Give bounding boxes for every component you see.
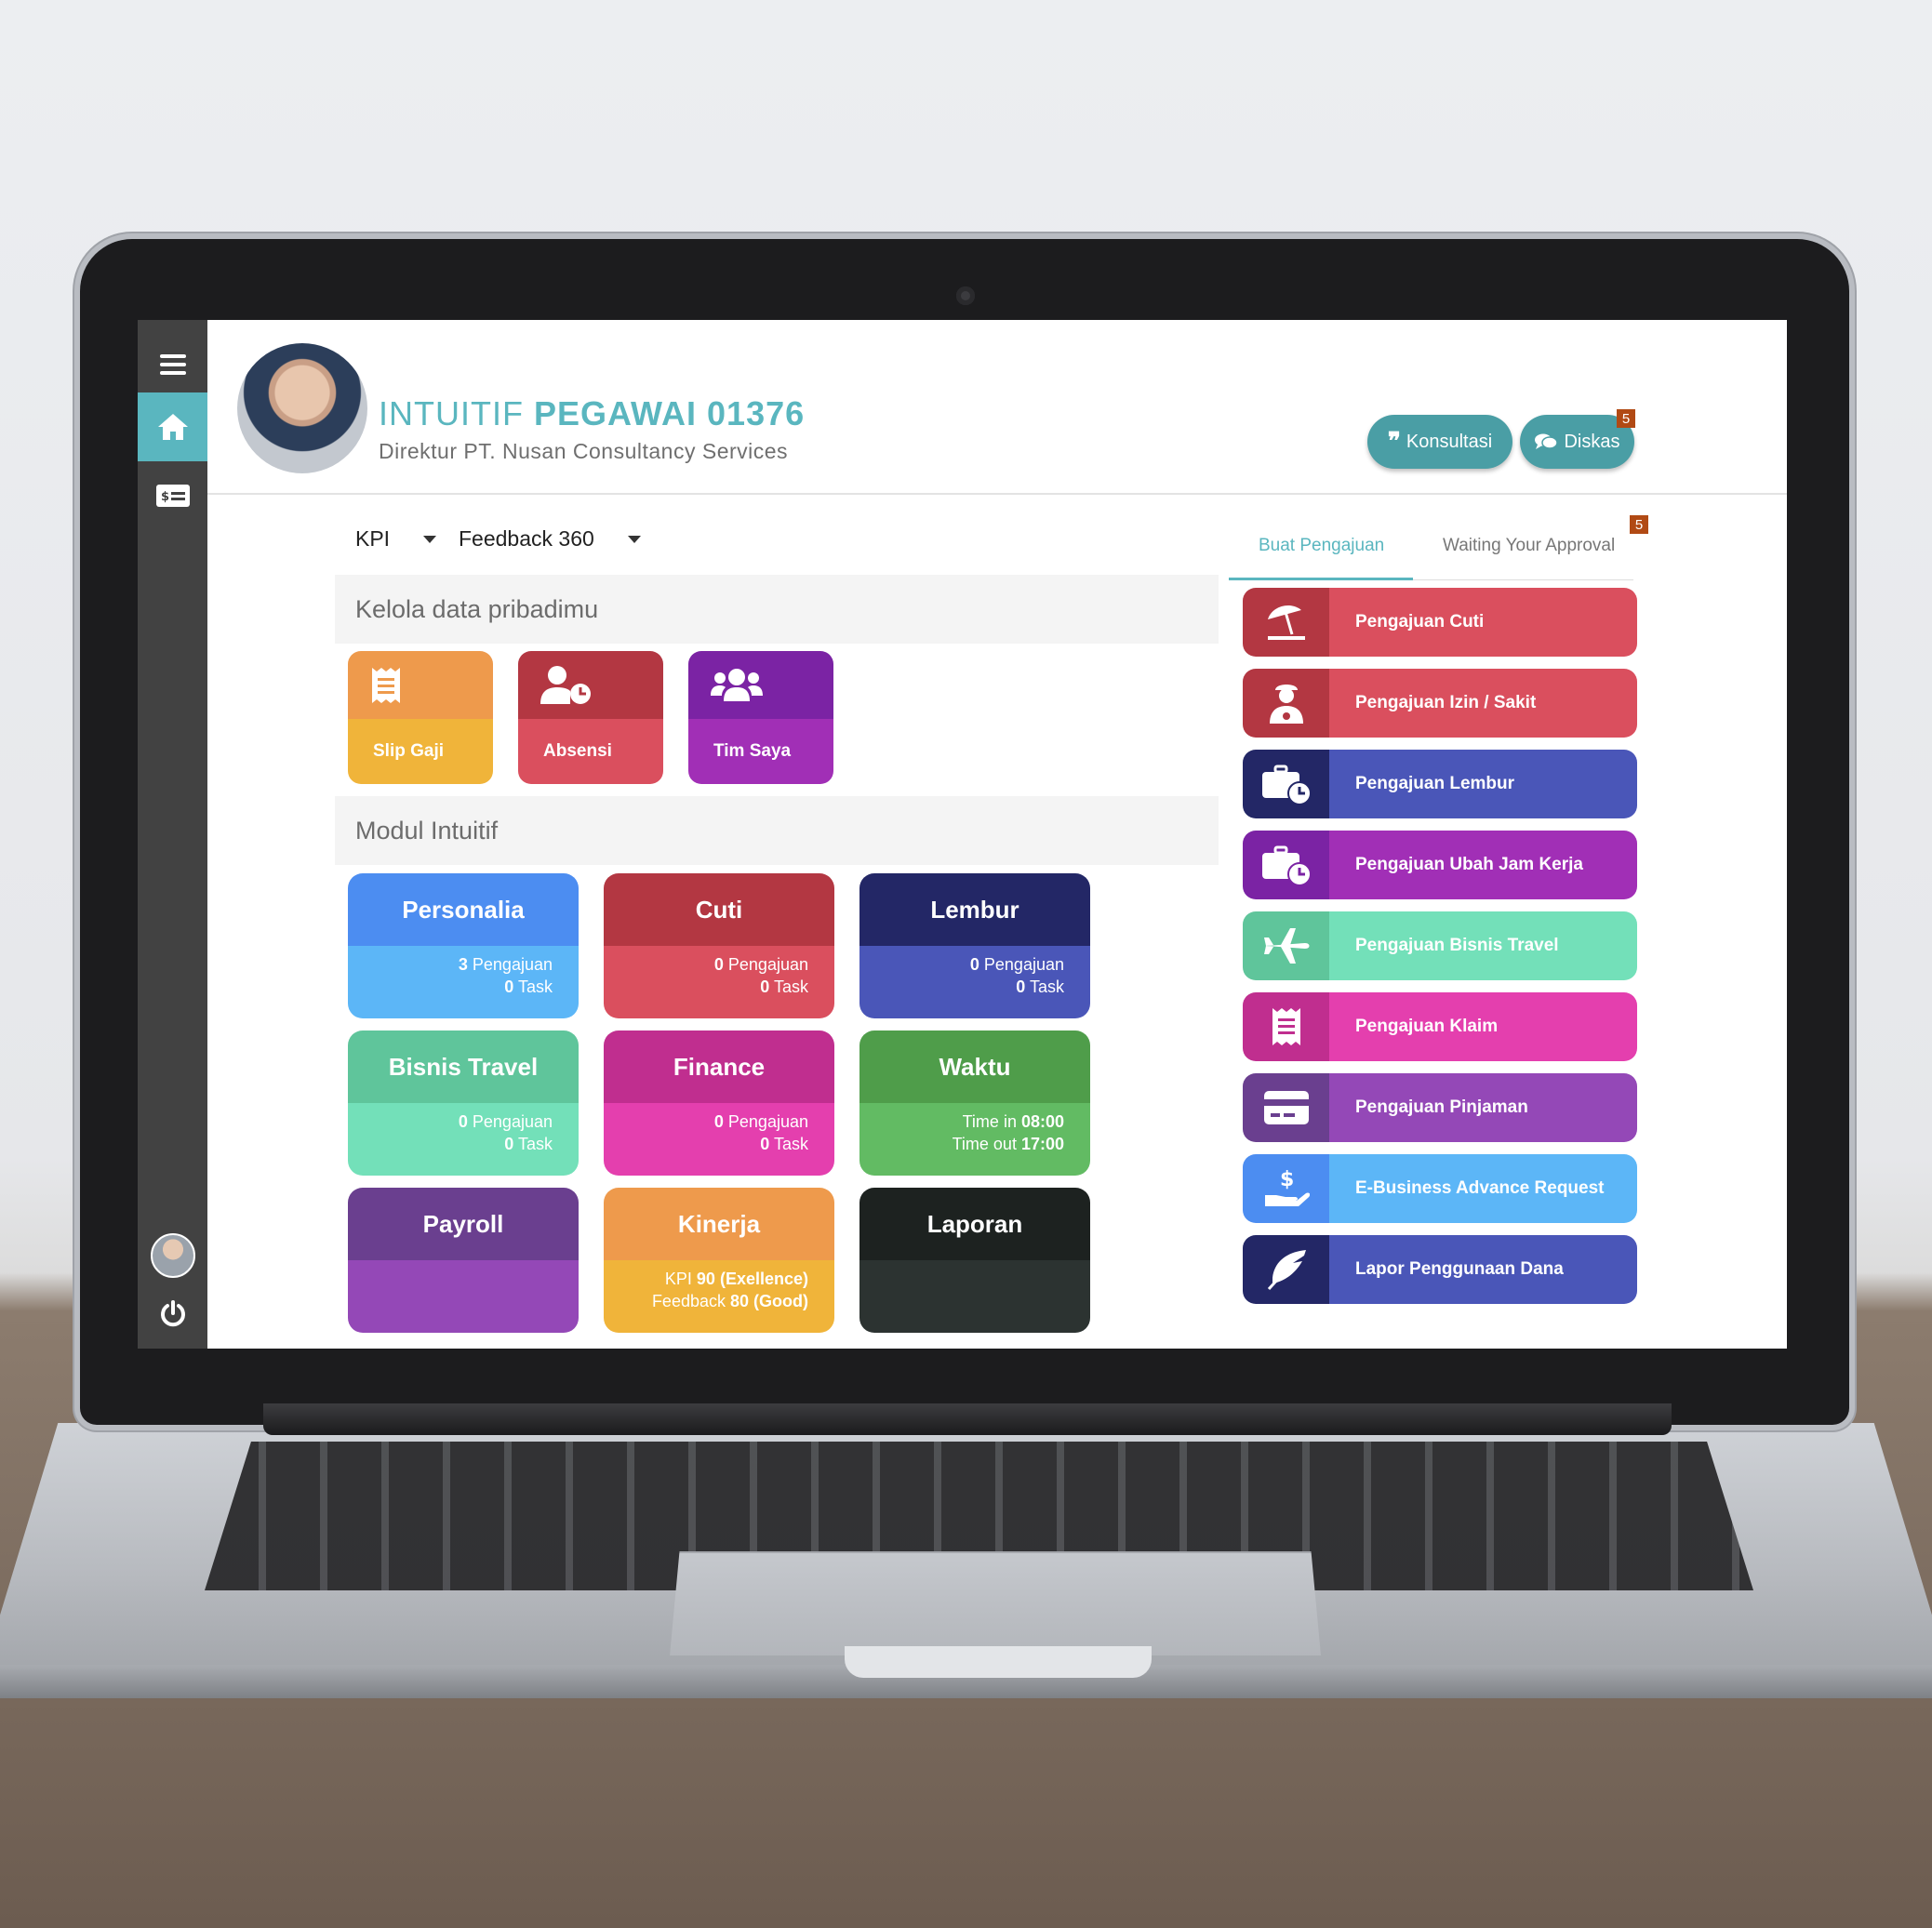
tile-label: Slip Gaji xyxy=(348,719,493,784)
power-icon[interactable] xyxy=(138,1287,207,1341)
employee-name: INTUITIF PEGAWAI 01376 xyxy=(379,394,806,432)
request-ubah-jam-kerja-button[interactable]: Pengajuan Ubah Jam Kerja xyxy=(1243,831,1637,899)
request-izin-sakit-button[interactable]: Pengajuan Izin / Sakit xyxy=(1243,669,1637,738)
briefcase-clock-icon xyxy=(1243,750,1329,818)
module-stats: Time in 08:00 Time out 17:00 xyxy=(859,1103,1090,1176)
credit-card-icon xyxy=(1243,1073,1329,1142)
tile-label: Absensi xyxy=(518,719,663,784)
request-label: Pengajuan Cuti xyxy=(1329,588,1637,657)
svg-text:$: $ xyxy=(161,490,169,504)
request-label: Pengajuan Klaim xyxy=(1329,992,1637,1061)
section-kelola-data: Kelola data pribadimu xyxy=(335,575,1219,644)
module-stats: KPI 90 (Exellence) Feedback 80 (Good) xyxy=(604,1260,834,1333)
feedback-label: Feedback 360 xyxy=(459,526,594,551)
users-icon xyxy=(688,651,833,719)
module-laporan[interactable]: Laporan xyxy=(859,1188,1090,1333)
comments-icon xyxy=(1534,432,1559,451)
beach-umbrella-icon xyxy=(1243,588,1329,657)
module-personalia[interactable]: Personalia 3 Pengajuan 0 Task xyxy=(348,873,579,1018)
app-screen: $ INTUITIF PEGAWAI 01376 Direktur PT. Nu… xyxy=(138,320,1787,1349)
hand-dollar-icon: $ xyxy=(1243,1154,1329,1223)
menu-icon[interactable] xyxy=(138,337,207,392)
diskas-badge: 5 xyxy=(1617,409,1635,428)
active-tab-indicator xyxy=(1229,578,1413,580)
module-title: Kinerja xyxy=(604,1188,834,1260)
request-label: Pengajuan Ubah Jam Kerja xyxy=(1329,831,1637,899)
laptop-trackpad xyxy=(670,1551,1321,1655)
request-label: Pengajuan Pinjaman xyxy=(1329,1073,1637,1142)
request-pinjaman-button[interactable]: Pengajuan Pinjaman xyxy=(1243,1073,1637,1142)
module-cuti[interactable]: Cuti 0 Pengajuan 0 Task xyxy=(604,873,834,1018)
request-lapor-dana-button[interactable]: Lapor Penggunaan Dana xyxy=(1243,1235,1637,1304)
receipt-icon xyxy=(1243,992,1329,1061)
request-klaim-button[interactable]: Pengajuan Klaim xyxy=(1243,992,1637,1061)
tile-label: Tim Saya xyxy=(688,719,833,784)
tile-absensi[interactable]: Absensi xyxy=(518,651,663,784)
konsultasi-button[interactable]: ❞ Konsultasi xyxy=(1367,415,1512,469)
request-label: Pengajuan Lembur xyxy=(1329,750,1637,818)
chevron-down-icon xyxy=(627,535,641,543)
request-label: Pengajuan Bisnis Travel xyxy=(1329,911,1637,980)
module-title: Lembur xyxy=(859,873,1090,946)
module-title: Finance xyxy=(604,1030,834,1103)
module-stats: 3 Pengajuan 0 Task xyxy=(348,946,579,1018)
payslip-icon[interactable]: $ xyxy=(138,473,207,518)
tile-tim-saya[interactable]: Tim Saya xyxy=(688,651,833,784)
module-stats xyxy=(859,1260,1090,1333)
module-payroll[interactable]: Payroll xyxy=(348,1188,579,1333)
section-modul-intuitif: Modul Intuitif xyxy=(335,796,1219,865)
konsultasi-label: Konsultasi xyxy=(1406,431,1493,452)
module-title: Personalia xyxy=(348,873,579,946)
receipt-icon xyxy=(348,651,493,719)
module-title: Payroll xyxy=(348,1188,579,1260)
module-stats xyxy=(348,1260,579,1333)
user-avatar-small[interactable] xyxy=(138,1228,207,1283)
briefcase-clock-icon xyxy=(1243,831,1329,899)
request-lembur-button[interactable]: Pengajuan Lembur xyxy=(1243,750,1637,818)
home-icon[interactable] xyxy=(138,392,207,461)
request-business-advance-button[interactable]: $ E-Business Advance Request xyxy=(1243,1154,1637,1223)
module-stats: 0 Pengajuan 0 Task xyxy=(348,1103,579,1176)
profile-avatar xyxy=(237,343,367,473)
module-stats: 0 Pengajuan 0 Task xyxy=(604,1103,834,1176)
module-lembur[interactable]: Lembur 0 Pengajuan 0 Task xyxy=(859,873,1090,1018)
request-cuti-button[interactable]: Pengajuan Cuti xyxy=(1243,588,1637,657)
module-bisnis-travel[interactable]: Bisnis Travel 0 Pengajuan 0 Task xyxy=(348,1030,579,1176)
module-kinerja[interactable]: Kinerja KPI 90 (Exellence) Feedback 80 (G… xyxy=(604,1188,834,1333)
module-stats: 0 Pengajuan 0 Task xyxy=(604,946,834,1018)
request-label: E-Business Advance Request xyxy=(1329,1154,1637,1223)
employee-position: Direktur PT. Nusan Consultancy Services xyxy=(379,439,789,463)
module-title: Laporan xyxy=(859,1188,1090,1260)
request-label: Pengajuan Izin / Sakit xyxy=(1329,669,1637,738)
webcam xyxy=(956,286,975,305)
airplane-icon xyxy=(1243,911,1329,980)
kpi-dropdown[interactable]: KPI xyxy=(355,526,437,552)
module-finance[interactable]: Finance 0 Pengajuan 0 Task xyxy=(604,1030,834,1176)
kpi-label: KPI xyxy=(355,526,391,551)
tile-slip-gaji[interactable]: Slip Gaji xyxy=(348,651,493,784)
module-title: Cuti xyxy=(604,873,834,946)
waiting-badge: 5 xyxy=(1630,515,1648,534)
module-waktu[interactable]: Waktu Time in 08:00 Time out 17:00 xyxy=(859,1030,1090,1176)
module-title: Bisnis Travel xyxy=(348,1030,579,1103)
request-bisnis-travel-button[interactable]: Pengajuan Bisnis Travel xyxy=(1243,911,1637,980)
feather-icon xyxy=(1243,1235,1329,1304)
profile-header: INTUITIF PEGAWAI 01376 Direktur PT. Nusa… xyxy=(207,320,1787,495)
sidebar: $ xyxy=(138,320,207,1349)
laptop-hinge xyxy=(263,1403,1672,1435)
sick-person-icon xyxy=(1243,669,1329,738)
svg-text:$: $ xyxy=(1280,1168,1294,1191)
request-label: Lapor Penggunaan Dana xyxy=(1329,1235,1637,1304)
laptop-notch xyxy=(845,1646,1152,1678)
module-stats: 0 Pengajuan 0 Task xyxy=(859,946,1090,1018)
module-title: Waktu xyxy=(859,1030,1090,1103)
quote-icon: ❞ xyxy=(1387,428,1401,456)
feedback-dropdown[interactable]: Feedback 360 xyxy=(459,526,641,552)
user-clock-icon xyxy=(518,651,663,719)
diskas-label: Diskas xyxy=(1564,431,1620,452)
tab-waiting-approval[interactable]: Waiting Your Approval xyxy=(1443,536,1615,556)
tab-buat-pengajuan[interactable]: Buat Pengajuan xyxy=(1259,536,1384,556)
chevron-down-icon xyxy=(423,535,437,543)
